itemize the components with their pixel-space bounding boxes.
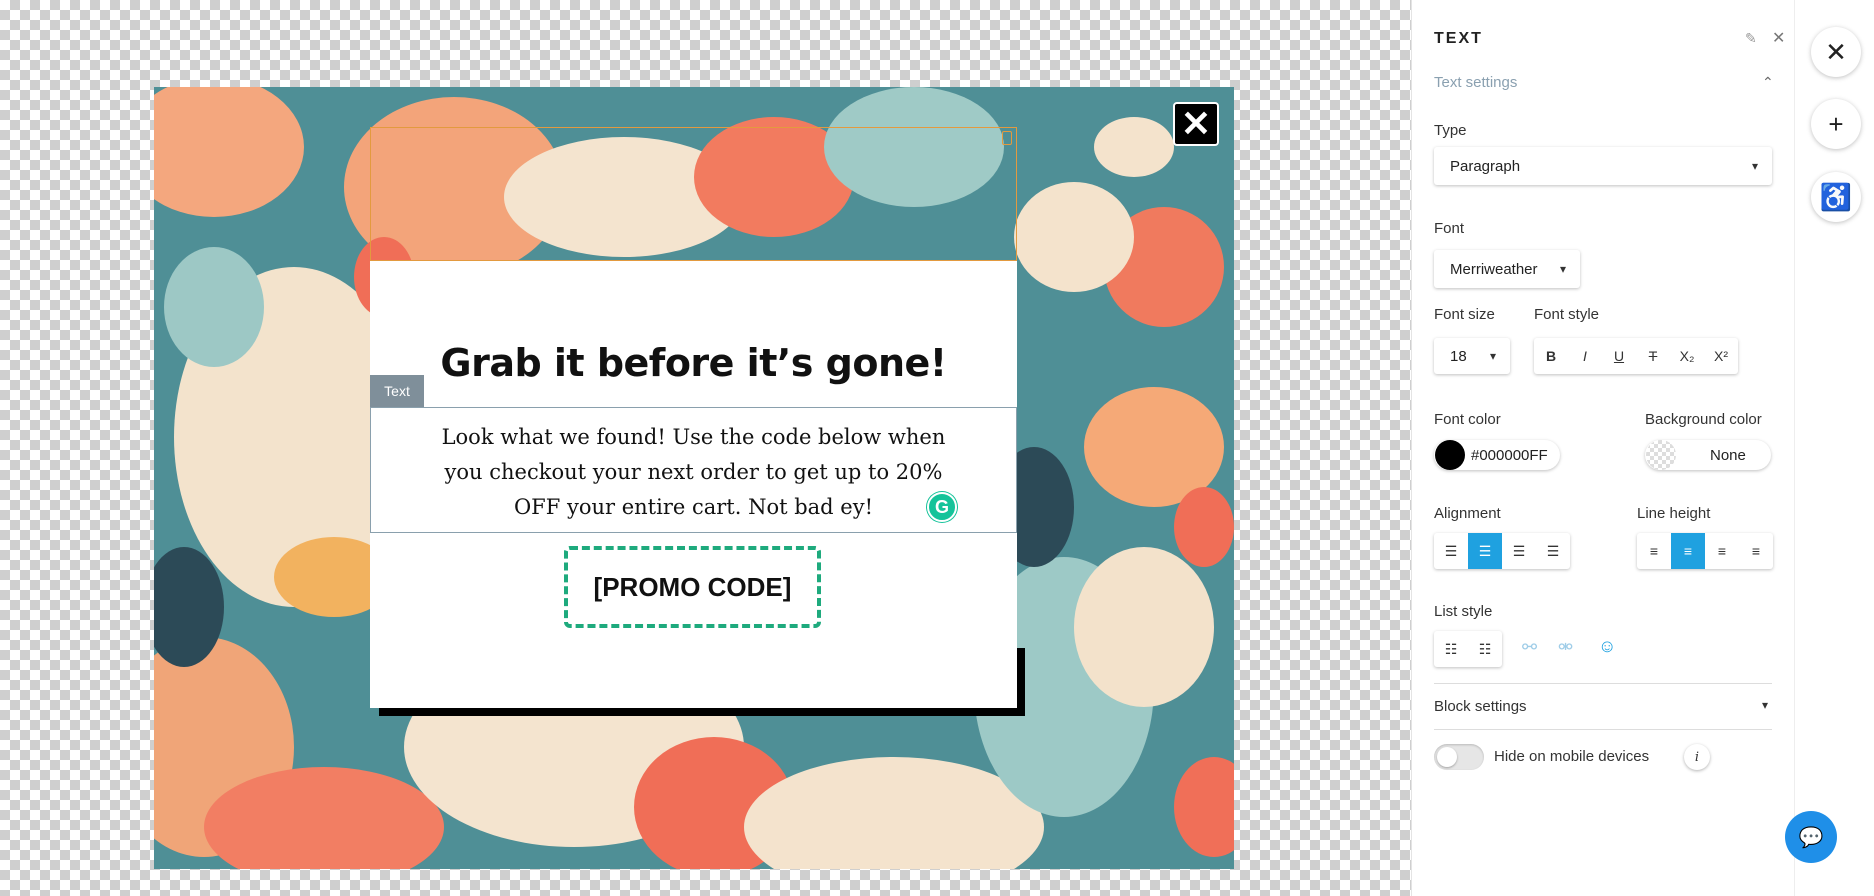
- close-icon[interactable]: ✕: [1811, 27, 1861, 77]
- underline-button[interactable]: U: [1602, 338, 1636, 374]
- emoji-icon[interactable]: ☺: [1598, 636, 1616, 657]
- popup-headline[interactable]: Grab it before it’s gone!: [370, 341, 1017, 385]
- grammarly-icon[interactable]: G: [927, 492, 957, 522]
- text-settings-header[interactable]: Text settings: [1434, 74, 1517, 91]
- editor-canvas[interactable]: Grab it before it’s gone! Text Look what…: [0, 0, 1411, 896]
- italic-button[interactable]: I: [1568, 338, 1602, 374]
- text-block[interactable]: Look what we found! Use the code below w…: [370, 407, 1017, 533]
- background-color-value: None: [1710, 446, 1746, 464]
- link-icon[interactable]: ⚯: [1522, 637, 1537, 658]
- info-icon[interactable]: i: [1684, 744, 1710, 770]
- numbered-list-icon[interactable]: ☷: [1468, 631, 1502, 667]
- line-height-loose-icon[interactable]: ≡: [1739, 533, 1773, 569]
- chevron-down-icon: ▾: [1751, 159, 1758, 173]
- font-color-label: Font color: [1434, 411, 1501, 428]
- superscript-button[interactable]: X²: [1704, 338, 1738, 374]
- chevron-down-icon[interactable]: ▾: [1762, 698, 1768, 712]
- block-settings-header[interactable]: Block settings: [1434, 698, 1527, 715]
- align-justify-icon[interactable]: ☰: [1536, 533, 1570, 569]
- font-style-label: Font style: [1534, 306, 1600, 323]
- accessibility-icon[interactable]: ♿: [1811, 172, 1861, 222]
- hide-mobile-toggle[interactable]: [1434, 744, 1484, 770]
- subscript-button[interactable]: X₂: [1670, 338, 1704, 374]
- panel-close-icon[interactable]: ✕: [1772, 28, 1785, 48]
- list-style-buttons: ☷ ☷: [1434, 631, 1502, 667]
- align-right-icon[interactable]: ☰: [1502, 533, 1536, 569]
- line-height-normal-icon[interactable]: ≡: [1671, 533, 1705, 569]
- hide-mobile-label: Hide on mobile devices: [1494, 748, 1650, 765]
- line-height-compact-icon[interactable]: ≡: [1637, 533, 1671, 569]
- line-height-buttons: ≡ ≡ ≡ ≡: [1637, 533, 1773, 569]
- alignment-label: Alignment: [1434, 505, 1501, 522]
- text-settings-panel: TEXT ✎ ✕ Text settings ⌃ Type Paragraph …: [1411, 0, 1794, 896]
- popup-close-button[interactable]: ✕: [1173, 102, 1219, 146]
- image-handle-icon[interactable]: [1002, 131, 1012, 145]
- line-height-relaxed-icon[interactable]: ≡: [1705, 533, 1739, 569]
- pin-icon[interactable]: ✎: [1745, 30, 1757, 47]
- type-value: Paragraph: [1450, 157, 1521, 175]
- font-label: Font: [1434, 220, 1465, 237]
- bulleted-list-icon[interactable]: ☷: [1434, 631, 1468, 667]
- font-color-swatch: [1435, 440, 1465, 470]
- line-height-label: Line height: [1637, 505, 1711, 522]
- font-select[interactable]: Merriweather ▾: [1434, 250, 1580, 288]
- align-center-icon[interactable]: ☰: [1468, 533, 1502, 569]
- list-style-label: List style: [1434, 603, 1493, 620]
- unlink-icon[interactable]: ⚮: [1558, 637, 1573, 658]
- font-size-select[interactable]: 18 ▾: [1434, 338, 1510, 374]
- type-select[interactable]: Paragraph ▾: [1434, 147, 1772, 185]
- strikethrough-button[interactable]: T: [1636, 338, 1670, 374]
- chat-icon[interactable]: 💬: [1785, 811, 1837, 863]
- font-color-value: #000000FF: [1471, 446, 1548, 464]
- promo-code-box[interactable]: [PROMO CODE]: [564, 546, 821, 628]
- text-block-tag: Text: [370, 375, 424, 407]
- panel-title: TEXT: [1434, 30, 1483, 47]
- image-block-selection[interactable]: [370, 127, 1017, 261]
- font-style-buttons: B I U T X₂ X²: [1534, 338, 1738, 374]
- right-rail: ✕ + ♿: [1794, 0, 1874, 896]
- type-label: Type: [1434, 122, 1467, 139]
- alignment-buttons: ☰ ☰ ☰ ☰: [1434, 533, 1570, 569]
- chevron-down-icon: ▾: [1489, 349, 1496, 363]
- background-color-picker[interactable]: None: [1645, 440, 1771, 470]
- font-color-picker[interactable]: #000000FF: [1434, 440, 1560, 470]
- divider: [1434, 729, 1772, 730]
- align-left-icon[interactable]: ☰: [1434, 533, 1468, 569]
- plus-icon[interactable]: +: [1811, 99, 1861, 149]
- background-color-swatch: [1646, 440, 1676, 470]
- divider: [1434, 683, 1772, 684]
- font-size-value: 18: [1450, 347, 1467, 365]
- popup-paragraph[interactable]: Look what we found! Use the code below w…: [421, 420, 966, 525]
- font-value: Merriweather: [1450, 260, 1538, 278]
- chevron-up-icon[interactable]: ⌃: [1762, 74, 1774, 91]
- toggle-knob: [1437, 747, 1457, 767]
- background-color-label: Background color: [1645, 411, 1762, 428]
- bold-button[interactable]: B: [1534, 338, 1568, 374]
- chevron-down-icon: ▾: [1559, 262, 1566, 276]
- font-size-label: Font size: [1434, 306, 1495, 323]
